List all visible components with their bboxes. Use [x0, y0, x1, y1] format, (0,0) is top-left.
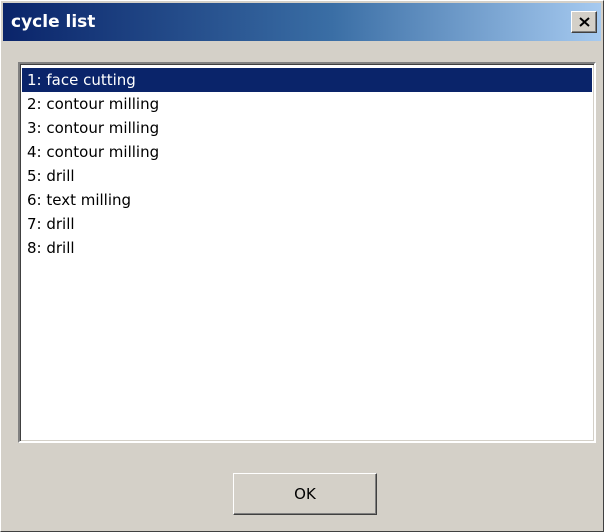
list-item-4[interactable]: 4: contour milling: [22, 140, 592, 164]
cycle-list: 1: face cutting 2: contour milling 3: co…: [22, 68, 592, 260]
list-item-8[interactable]: 8: drill: [22, 236, 592, 260]
list-item-1[interactable]: 1: face cutting: [22, 68, 592, 92]
list-item-7[interactable]: 7: drill: [22, 212, 592, 236]
close-button[interactable]: [571, 11, 597, 33]
ok-button[interactable]: OK: [233, 473, 377, 515]
window-title: cycle list: [11, 12, 96, 32]
list-item-3[interactable]: 3: contour milling: [22, 116, 592, 140]
list-item-5[interactable]: 5: drill: [22, 164, 592, 188]
list-item-6[interactable]: 6: text milling: [22, 188, 592, 212]
title-bar[interactable]: cycle list: [3, 3, 601, 41]
list-item-2[interactable]: 2: contour milling: [22, 92, 592, 116]
cycle-listbox[interactable]: 1: face cutting 2: contour milling 3: co…: [18, 62, 596, 443]
cycle-list-dialog: cycle list 1: face cutting 2: contour mi…: [0, 0, 604, 532]
close-icon: [579, 17, 590, 27]
